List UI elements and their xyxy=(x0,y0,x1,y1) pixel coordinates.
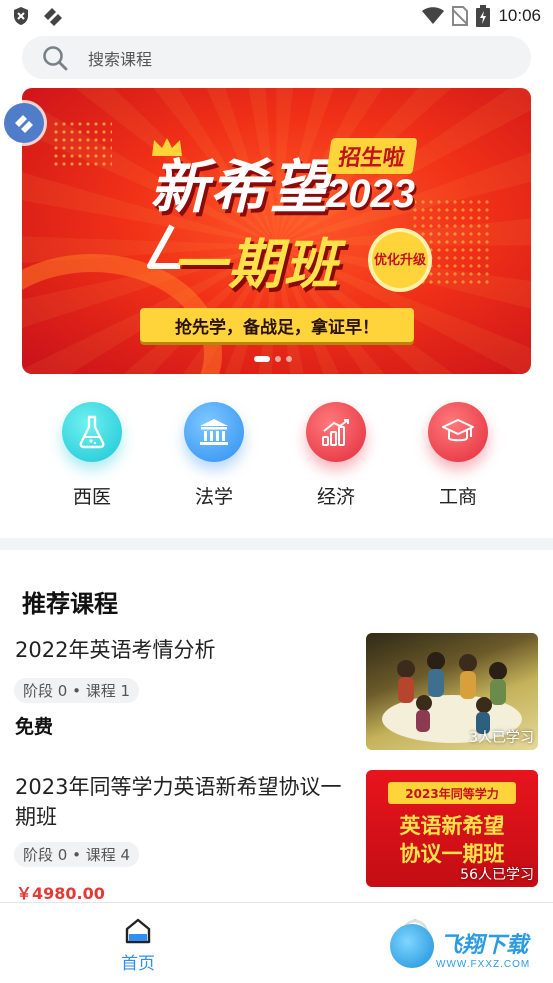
status-bar: 10:06 xyxy=(0,0,553,32)
banner-year: 2023 xyxy=(326,172,415,216)
site-watermark: 飞翔下载 WWW.FXXZ.COM xyxy=(388,920,544,972)
pager-dot[interactable] xyxy=(286,356,292,362)
course-thumbnail[interactable]: 3人已学习 xyxy=(366,633,538,750)
course-thumbnail[interactable]: 2023年同等学力 英语新希望 协议一期班 56人已学习 xyxy=(366,770,538,887)
shield-icon xyxy=(14,7,28,25)
learner-count: 3人已学习 xyxy=(469,730,534,746)
banner-slogan: 抢先学，备战足，拿证早！ xyxy=(140,308,414,342)
course-item[interactable]: 2023年同等学力英语新希望协议一期班 阶段 0 • 课程 4 ￥4980.00… xyxy=(0,768,553,903)
course-meta: 阶段 0 • 课程 1 xyxy=(14,678,140,703)
section-divider xyxy=(0,538,553,550)
pager-dot[interactable] xyxy=(275,356,281,362)
category-item-business[interactable]: 工商 xyxy=(397,402,519,512)
category-item-medicine[interactable]: 西医 xyxy=(31,402,153,512)
search-icon xyxy=(43,45,68,70)
section-title: 推荐课程 xyxy=(22,590,118,618)
pager-dot-active[interactable] xyxy=(254,356,270,362)
growth-chart-icon xyxy=(306,402,366,462)
banner-tag: 招生啦 xyxy=(326,138,418,174)
search-bar[interactable]: 搜索课程 xyxy=(22,36,531,79)
watermark-url: WWW.FXXZ.COM xyxy=(436,959,531,970)
course-item[interactable]: 2022年英语考情分析 阶段 0 • 课程 1 免费 3人已学习 xyxy=(0,630,553,750)
banner-title-line2: 一期班 xyxy=(172,233,340,296)
app-badge-icon xyxy=(15,115,33,133)
course-title: 2023年同等学力英语新希望协议一期班 xyxy=(15,775,342,829)
watermark-logo-icon xyxy=(390,924,434,968)
banner-pager[interactable] xyxy=(254,356,292,362)
watermark-text: 飞翔下载 xyxy=(440,933,529,958)
thumbnail-title-line1: 英语新希望 xyxy=(399,814,505,838)
category-label: 经济 xyxy=(316,486,355,508)
search-input[interactable]: 搜索课程 xyxy=(88,46,152,70)
clock: 10:06 xyxy=(498,6,541,25)
wifi-icon xyxy=(422,7,445,24)
learner-count: 56人已学习 xyxy=(460,867,534,883)
category-item-economics[interactable]: 经济 xyxy=(275,402,397,512)
promo-banner[interactable]: 新希望 招生啦 2023 一期班 优化升级 抢先学，备战足，拿证早！ xyxy=(22,88,531,374)
graduation-cap-icon xyxy=(428,402,488,462)
nav-home-label: 首页 xyxy=(121,954,155,974)
battery-icon xyxy=(476,5,491,27)
category-label: 法学 xyxy=(194,486,233,508)
category-label: 西医 xyxy=(72,486,111,508)
banner-title-line1: 新希望 xyxy=(150,153,331,221)
banner-decor-dots xyxy=(52,120,112,170)
nav-tab-home[interactable]: 首页 xyxy=(108,917,168,974)
banner-badge: 优化升级 xyxy=(372,232,428,288)
course-price: ￥4980.00 xyxy=(16,884,105,903)
category-item-law[interactable]: 法学 xyxy=(153,402,275,512)
app-badge-icon xyxy=(44,8,62,26)
no-sim-icon xyxy=(452,6,469,26)
category-grid: 西医 法学 经济 工商 xyxy=(0,402,553,512)
course-price: 免费 xyxy=(15,716,54,738)
flask-icon xyxy=(62,402,122,462)
home-icon xyxy=(125,918,151,944)
category-label: 工商 xyxy=(438,486,477,508)
thumbnail-tag: 2023年同等学力 xyxy=(388,782,516,804)
floating-assistant-button[interactable] xyxy=(4,103,44,143)
courthouse-icon xyxy=(184,402,244,462)
course-meta: 阶段 0 • 课程 4 xyxy=(14,842,140,867)
course-title: 2022年英语考情分析 xyxy=(15,638,216,662)
